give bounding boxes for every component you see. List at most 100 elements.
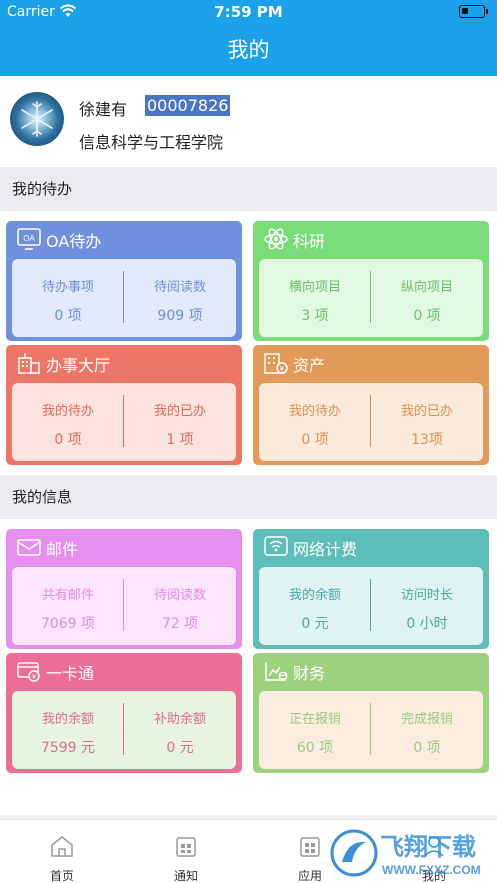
stat-value: 7599 元 — [40, 740, 96, 756]
stat-value: 0 元 — [301, 616, 329, 632]
stat-label: 待阅读数 — [153, 280, 206, 295]
card-body: 待办事项 0 项 待阅读数 909 项 — [12, 259, 236, 337]
card-body: 我的余额 7599 元 补助余额 0 元 — [12, 691, 236, 769]
stat-label: 我的余额 — [41, 712, 94, 727]
stat-value: 0 项 — [54, 432, 82, 448]
stat-divider — [123, 395, 124, 447]
snowflake-icon — [21, 101, 53, 137]
stat-divider — [123, 703, 124, 755]
stat-value: 3 项 — [301, 308, 329, 324]
stat-label: 完成报销 — [400, 712, 453, 727]
todo-cards-area: OA OA待办待办事项 0 项 待阅读数 909 项 科研横向项目 3 项 纵向项目 0 项… — [0, 211, 497, 475]
stat-label: 补助余额 — [153, 712, 206, 727]
stat-value: 60 项 — [296, 740, 334, 756]
stat-label: 待阅读数 — [153, 588, 206, 603]
card-title: OA待办 — [46, 232, 102, 251]
stat-right[interactable]: 访问时长 0 小时 — [371, 567, 483, 645]
profile-header[interactable]: 徐建有 00007826 信息科学与工程学院 — [0, 76, 497, 167]
stat-value: 13项 — [411, 432, 443, 448]
stat-label: 正在报销 — [288, 712, 341, 727]
clock: 7:59 PM — [214, 3, 283, 21]
svg-text:飞翔下载: 飞翔下载 — [380, 833, 476, 861]
stat-divider — [370, 271, 371, 323]
finance-icon — [265, 662, 288, 681]
user-name: 徐建有 — [79, 100, 128, 119]
card-title: 网络计费 — [293, 540, 358, 559]
stat-right[interactable]: 待阅读数 909 项 — [124, 259, 236, 337]
card-finance[interactable]: 财务正在报销 60 项 完成报销 0 项 — [253, 653, 489, 773]
stat-divider — [370, 395, 371, 447]
stat-label: 访问时长 — [400, 588, 453, 603]
stat-right[interactable]: 纵向项目 0 项 — [371, 259, 483, 337]
svg-text:¥: ¥ — [32, 674, 36, 681]
stat-left[interactable]: 共有邮件 7069 项 — [12, 567, 124, 645]
tab-home-label: 首页 — [49, 869, 74, 883]
card-assets[interactable]: ¥ 资产我的待办 0 项 我的已办 13项 — [253, 345, 489, 465]
stat-left[interactable]: 待办事项 0 项 — [12, 259, 124, 337]
stat-right[interactable]: 我的已办 13项 — [371, 383, 483, 461]
status-bar: Carrier 7:59 PM — [0, 0, 497, 24]
stat-value: 0 项 — [54, 308, 82, 324]
stat-value: 0 项 — [413, 308, 441, 324]
stat-left[interactable]: 横向项目 3 项 — [259, 259, 371, 337]
stat-divider — [370, 579, 371, 631]
stat-divider — [123, 579, 124, 631]
page-title: 我的 — [227, 38, 270, 62]
atom-icon — [264, 228, 288, 250]
battery-icon — [459, 5, 488, 18]
svg-text:WWW.FXXZ.COM: WWW.FXXZ.COM — [382, 863, 481, 877]
stat-label: 横向项目 — [288, 280, 341, 295]
card-mail[interactable]: 邮件共有邮件 7069 项 待阅读数 72 项 — [6, 529, 242, 649]
card-research[interactable]: 科研横向项目 3 项 纵向项目 0 项 — [253, 221, 489, 341]
avatar[interactable] — [10, 92, 64, 146]
stat-left[interactable]: 我的待办 0 项 — [12, 383, 124, 461]
stat-label: 我的待办 — [41, 404, 94, 419]
tab-notice[interactable]: 通知 — [124, 820, 248, 883]
stat-label: 纵向项目 — [400, 280, 453, 295]
stat-label: 共有邮件 — [41, 588, 94, 603]
tab-notice-label: 通知 — [173, 869, 198, 883]
mail-icon — [17, 539, 41, 556]
oa-icon: OA — [17, 228, 41, 250]
stat-right[interactable]: 我的已办 1 项 — [124, 383, 236, 461]
stat-left[interactable]: 我的余额 0 元 — [259, 567, 371, 645]
user-id: 00007826 — [145, 95, 231, 116]
stat-right[interactable]: 完成报销 0 项 — [371, 691, 483, 769]
card-body: 我的待办 0 项 我的已办 13项 — [259, 383, 483, 461]
stat-left[interactable]: 我的余额 7599 元 — [12, 691, 124, 769]
stat-value: 0 项 — [413, 740, 441, 756]
stat-label: 我的已办 — [400, 404, 453, 419]
section-header-info: 我的信息 — [0, 475, 497, 519]
stat-label: 我的已办 — [153, 404, 206, 419]
card-title: 科研 — [293, 232, 326, 251]
card-title: 财务 — [293, 664, 326, 683]
stat-value: 72 项 — [161, 616, 199, 632]
stat-label: 待办事项 — [41, 280, 94, 295]
stat-left[interactable]: 我的待办 0 项 — [259, 383, 371, 461]
card-title: 资产 — [293, 356, 326, 375]
card-network-billing[interactable]: 网络计费我的余额 0 元 访问时长 0 小时 — [253, 529, 489, 649]
stat-value: 0 小时 — [406, 616, 448, 632]
card-oa[interactable]: OA OA待办待办事项 0 项 待阅读数 909 项 — [6, 221, 242, 341]
stat-right[interactable]: 待阅读数 72 项 — [124, 567, 236, 645]
stat-left[interactable]: 正在报销 60 项 — [259, 691, 371, 769]
stat-value: 1 项 — [166, 432, 194, 448]
tab-home[interactable]: 首页 — [0, 820, 124, 883]
card-campus-card[interactable]: ¥ 一卡通我的余额 7599 元 补助余额 0 元 — [6, 653, 242, 773]
network-icon — [264, 536, 288, 556]
stat-label: 我的余额 — [288, 588, 341, 603]
card-service-hall[interactable]: 办事大厅 我的待办 0 项 我的已办 1 项 — [6, 345, 242, 465]
asset-icon: ¥ — [264, 353, 288, 374]
card-body: 我的待办 0 项 我的已办 1 项 — [12, 383, 236, 461]
card-title: 邮件 — [46, 540, 79, 559]
hall-icon — [18, 353, 40, 374]
card-title: 一卡通 — [46, 664, 95, 683]
card-body: 共有邮件 7069 项 待阅读数 72 项 — [12, 567, 236, 645]
stat-value: 7069 项 — [40, 616, 96, 632]
home-icon — [51, 836, 73, 857]
nav-bar: 我的 — [0, 24, 497, 76]
section-header-todo: 我的待办 — [0, 167, 497, 211]
notice-icon — [176, 837, 196, 857]
stat-right[interactable]: 补助余额 0 元 — [124, 691, 236, 769]
info-cards-area: 邮件共有邮件 7069 项 待阅读数 72 项 网络计费我的余额 0 元 访问时长 0 小时… — [0, 519, 497, 815]
